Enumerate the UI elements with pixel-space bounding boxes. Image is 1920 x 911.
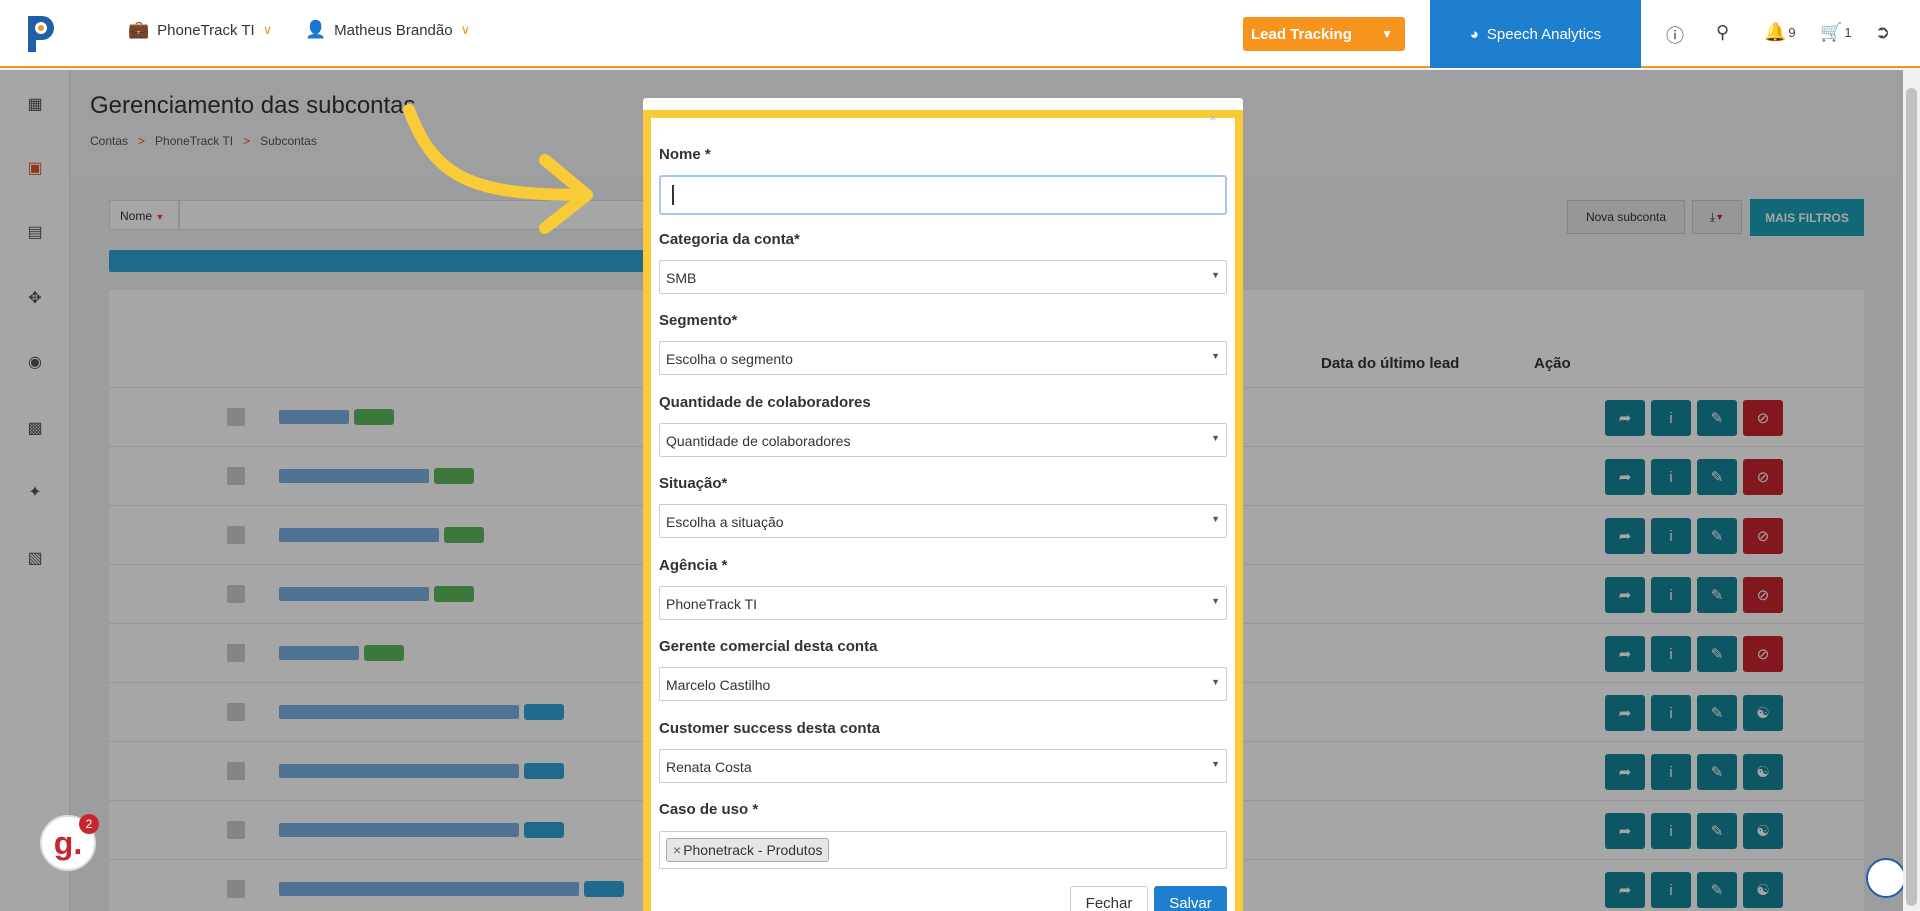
save-button[interactable]: Salvar (1154, 886, 1227, 911)
chat-widget-icon[interactable] (1866, 858, 1906, 898)
chevron-down-icon: ∨ (262, 22, 273, 37)
colaboradores-label: Quantidade de colaboradores (659, 394, 871, 411)
text-cursor (672, 185, 674, 205)
top-navbar: 💼 PhoneTrack TI ∨ 👤 Matheus Brandão ∨ Le… (0, 0, 1920, 68)
help-icon[interactable]: ⓘ (1666, 22, 1684, 48)
cart-button[interactable]: 🛒 1 (1820, 22, 1852, 43)
situacao-select[interactable]: Escolha a situação ▼ (659, 504, 1227, 538)
gerente-value: Marcelo Castilho (666, 677, 771, 693)
g-widget-count: 2 (79, 814, 99, 834)
caso-uso-label: Caso de uso * (659, 801, 759, 818)
annotation-arrow-icon (403, 104, 593, 234)
caret-down-icon: ▼ (1211, 514, 1220, 524)
user-name: Matheus Brandão (334, 21, 453, 39)
user-icon: 👤 (305, 20, 327, 39)
lead-tracking-label: Lead Tracking (1251, 25, 1352, 43)
caret-down-icon: ▼ (1211, 351, 1220, 361)
user-menu[interactable]: 👤 Matheus Brandão ∨ (305, 20, 470, 40)
cart-count: 1 (1844, 25, 1852, 40)
colaboradores-value: Quantidade de colaboradores (666, 433, 851, 449)
speech-analytics-label: Speech Analytics (1486, 25, 1602, 43)
segmento-value: Escolha o segmento (666, 351, 793, 367)
phonetrack-logo[interactable] (22, 12, 58, 56)
caret-down-icon: ▼ (1211, 759, 1220, 769)
account-switcher[interactable]: 💼 PhoneTrack TI ∨ (128, 20, 272, 40)
briefcase-icon: 💼 (128, 20, 150, 39)
lead-tracking-button[interactable]: Lead Tracking ▼ (1243, 17, 1405, 51)
close-icon[interactable]: × (1209, 110, 1217, 125)
agencia-value: PhoneTrack TI (666, 596, 758, 612)
gerente-select[interactable]: Marcelo Castilho ▼ (659, 667, 1227, 701)
use-case-tag: × Phonetrack - Produtos (666, 838, 830, 862)
speech-analytics-button[interactable]: ◕ Speech Analytics (1430, 0, 1641, 68)
logout-icon[interactable]: ➲ (1875, 22, 1890, 43)
caret-down-icon: ▼ (1211, 677, 1220, 687)
customer-success-value: Renata Costa (666, 759, 752, 775)
agencia-label: Agência * (659, 557, 728, 574)
categoria-select[interactable]: SMB ▼ (659, 260, 1227, 294)
search-icon[interactable]: ⚲ (1716, 22, 1729, 43)
situacao-value: Escolha a situação (666, 514, 784, 530)
caret-down-icon: ▼ (1211, 270, 1220, 280)
scrollbar-thumb[interactable] (1906, 88, 1917, 906)
notifications-count: 9 (1788, 25, 1796, 40)
account-name: PhoneTrack TI (157, 21, 255, 39)
customer-success-label: Customer success desta conta (659, 720, 880, 737)
agencia-select[interactable]: PhoneTrack TI ▼ (659, 586, 1227, 620)
nome-label: Nome * (659, 146, 711, 163)
g-widget-letter: g. (53, 824, 83, 861)
notifications-button[interactable]: 🔔 9 (1764, 22, 1796, 43)
bell-icon: 🔔 (1764, 22, 1787, 42)
colaboradores-select[interactable]: Quantidade de colaboradores ▼ (659, 423, 1227, 457)
caret-down-icon: ▼ (1211, 433, 1220, 443)
caret-down-icon: ▼ (1381, 27, 1393, 41)
speech-analytics-icon: ◕ (1469, 25, 1479, 43)
remove-tag-icon[interactable]: × (673, 842, 681, 858)
categoria-label: Categoria da conta* (659, 231, 800, 248)
cart-icon: 🛒 (1820, 22, 1843, 42)
segmento-label: Segmento* (659, 312, 738, 329)
customer-success-select[interactable]: Renata Costa ▼ (659, 749, 1227, 783)
situacao-label: Situação* (659, 475, 728, 492)
categoria-value: SMB (666, 270, 697, 286)
segmento-select[interactable]: Escolha o segmento ▼ (659, 341, 1227, 375)
close-button[interactable]: Fechar (1070, 886, 1148, 911)
use-case-tag-label: Phonetrack - Produtos (683, 842, 823, 858)
caret-down-icon: ▼ (1211, 596, 1220, 606)
chevron-down-icon: ∨ (460, 22, 471, 37)
nome-input[interactable] (659, 175, 1227, 215)
gerente-label: Gerente comercial desta conta (659, 638, 878, 655)
